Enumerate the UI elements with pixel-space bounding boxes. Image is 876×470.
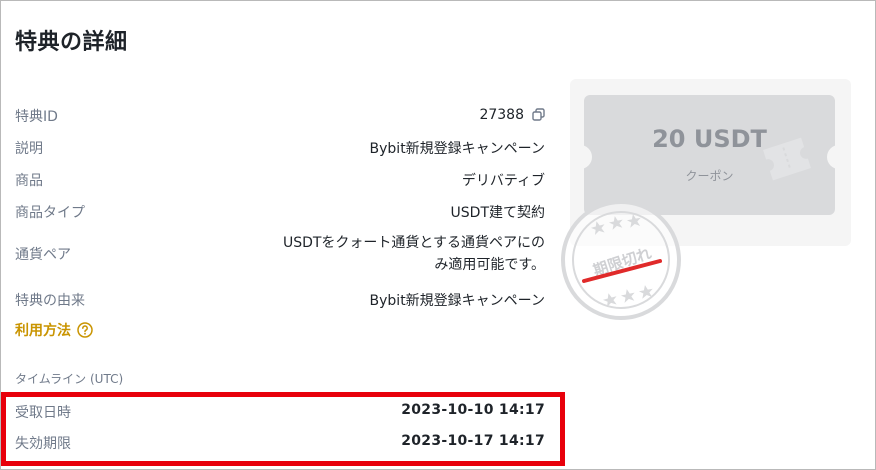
- expiry-label: 失効期限: [15, 436, 71, 452]
- question-circle-icon: [77, 322, 93, 338]
- reward-id-value: 27388: [479, 107, 524, 123]
- received-value: 2023-10-10 14:17: [401, 402, 545, 418]
- expired-stamp: 期限切れ: [556, 195, 686, 329]
- detail-label: 特典の由来: [15, 293, 85, 309]
- detail-row-source: 特典の由来 Bybit新規登録キャンペーン: [15, 290, 545, 310]
- detail-label: 説明: [15, 141, 43, 157]
- detail-value: Bybit新規登録キャンペーン: [369, 293, 545, 309]
- detail-label: 商品: [15, 173, 43, 189]
- page-title: 特典の詳細: [15, 30, 128, 55]
- timeline-row-received: 受取日時 2023-10-10 14:17: [15, 402, 545, 422]
- detail-value: Bybit新規登録キャンペーン: [369, 141, 545, 157]
- expiry-value: 2023-10-17 14:17: [401, 433, 545, 449]
- how-to-use-link[interactable]: 利用方法: [15, 320, 93, 340]
- detail-row-currency-pair: 通貨ペア USDTをクォート通貨とする通貨ペアにの み適用可能です。: [15, 232, 545, 276]
- detail-value-line-2: み適用可能です。: [434, 257, 545, 273]
- detail-value: USDTをクォート通貨とする通貨ペアにの み適用可能です。: [280, 232, 545, 276]
- coupon-type: クーポン: [685, 169, 734, 183]
- how-to-use-label: 利用方法: [15, 323, 71, 339]
- detail-label: 特典ID: [15, 109, 58, 125]
- timeline-row-expiry: 失効期限 2023-10-17 14:17: [15, 433, 545, 453]
- detail-value-line-1: USDTをクォート通貨とする通貨ペアにの: [282, 235, 545, 251]
- detail-value: USDT建て契約: [450, 205, 545, 221]
- detail-row-product: 商品 デリバティブ: [15, 170, 545, 190]
- detail-row-id: 特典ID 27388: [15, 106, 545, 126]
- copy-icon[interactable]: [532, 108, 545, 125]
- detail-label: 通貨ペア: [15, 247, 71, 263]
- received-label: 受取日時: [15, 405, 71, 421]
- detail-row-product-type: 商品タイプ USDT建て契約: [15, 202, 545, 222]
- detail-row-description: 説明 Bybit新規登録キャンペーン: [15, 138, 545, 158]
- coupon-amount: 20 USDT: [652, 125, 767, 153]
- detail-value: デリバティブ: [461, 173, 545, 189]
- detail-value: 27388: [479, 107, 545, 125]
- detail-label: 商品タイプ: [15, 205, 85, 221]
- timeline-heading: タイムライン (UTC): [15, 372, 124, 386]
